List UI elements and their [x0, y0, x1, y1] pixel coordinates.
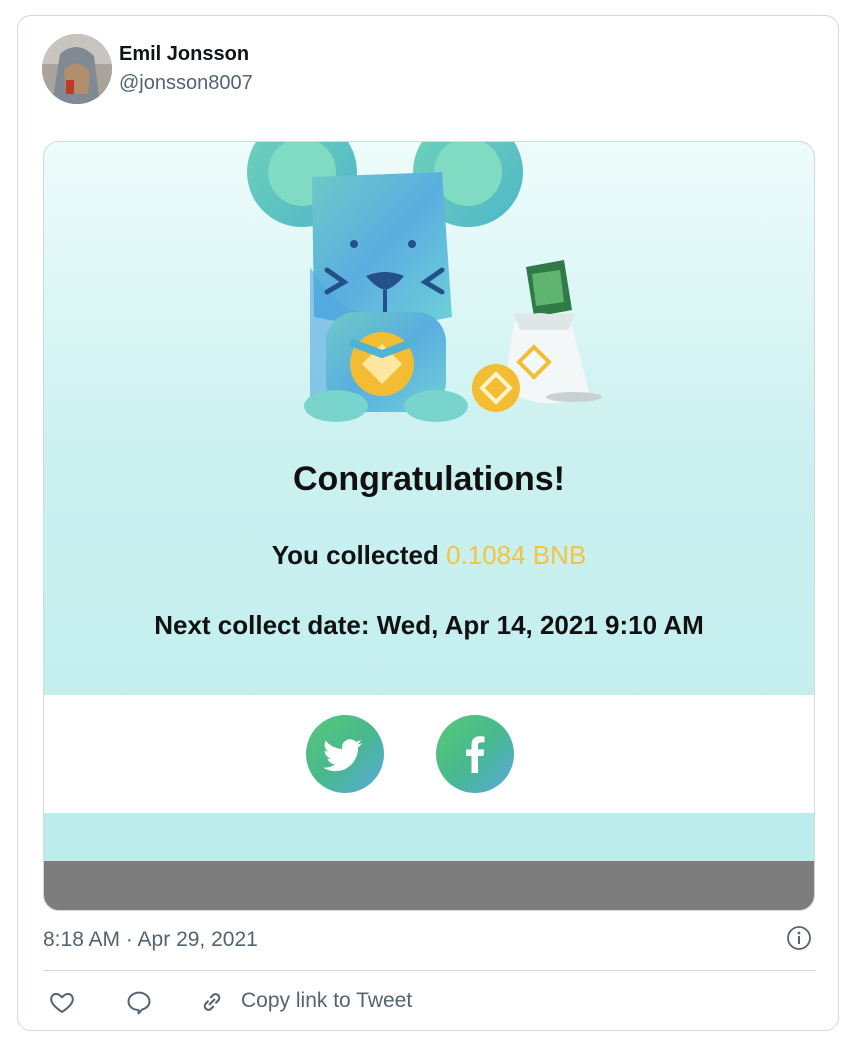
- copy-link-label[interactable]: Copy link to Tweet: [241, 989, 412, 1013]
- divider: [43, 970, 816, 971]
- tweet-media-image[interactable]: Congratulations! You collected 0.1084 BN…: [43, 141, 815, 911]
- info-icon[interactable]: [787, 926, 811, 950]
- like-button[interactable]: [48, 988, 76, 1021]
- avatar[interactable]: [42, 34, 112, 104]
- tweet-card: Emil Jonsson @jonsson8007 Congratulation…: [17, 15, 839, 1031]
- heart-icon: [50, 992, 74, 1013]
- next-collect-date: Next collect date: Wed, Apr 14, 2021 9:1…: [154, 610, 704, 640]
- twitter-share-button[interactable]: [306, 715, 384, 793]
- bear-illustration: [247, 142, 602, 422]
- collected-prefix: You collected: [271, 540, 447, 570]
- author-name[interactable]: Emil Jonsson: [119, 43, 249, 66]
- gray-band: [44, 861, 814, 910]
- collected-text: You collected 0.1084 BNB: [44, 540, 814, 571]
- facebook-share-button[interactable]: [436, 715, 514, 793]
- reply-button[interactable]: [125, 988, 153, 1021]
- congratulations-heading: Congratulations!: [293, 460, 565, 498]
- reply-icon: [127, 991, 151, 1015]
- link-icon: [203, 993, 221, 1011]
- author-handle[interactable]: @jonsson8007: [119, 72, 253, 95]
- tweet-timestamp[interactable]: 8:18 AM · Apr 29, 2021: [43, 928, 258, 952]
- copy-link-button[interactable]: [198, 988, 226, 1021]
- teal-band: [44, 813, 814, 861]
- avatar-image: [42, 34, 112, 104]
- facebook-icon: [466, 736, 485, 773]
- share-band: [44, 695, 814, 813]
- twitter-bird-icon: [323, 739, 362, 772]
- collected-amount: 0.1084 BNB: [446, 540, 587, 570]
